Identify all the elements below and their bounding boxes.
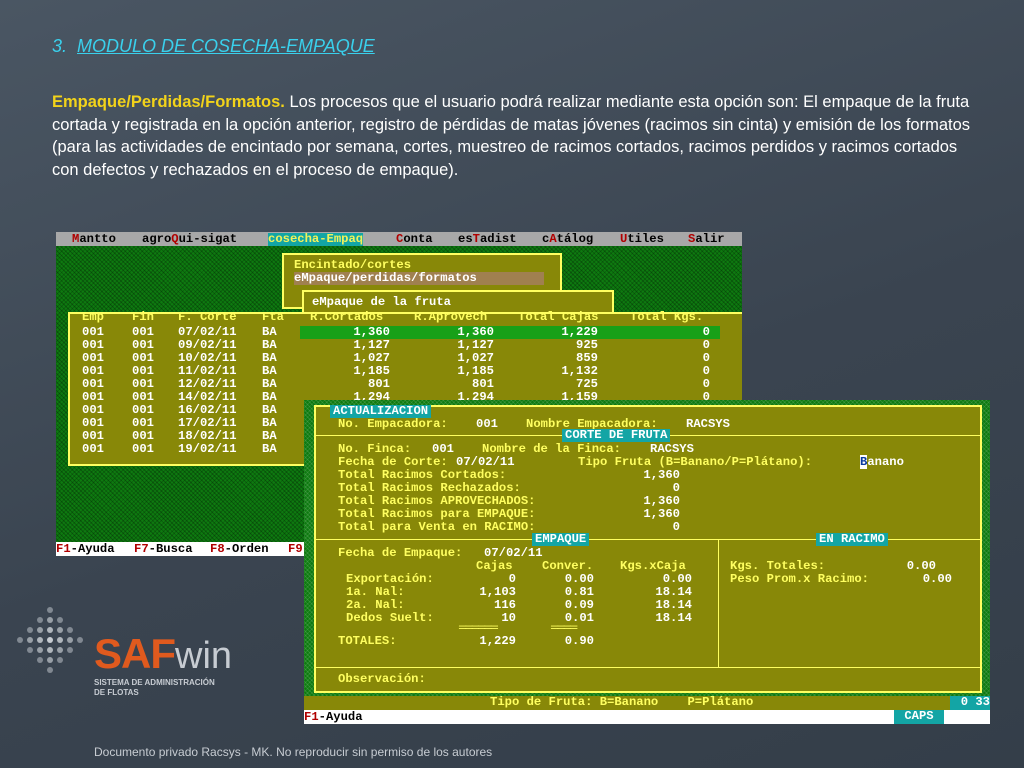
description-paragraph: Empaque/Perdidas/Formatos. Los procesos … <box>52 91 982 181</box>
empacadora-label: No. Empacadora: <box>338 417 448 431</box>
column-header: R.Cortados <box>310 310 384 324</box>
fkey-2[interactable]: F8-Orden <box>210 543 269 556</box>
safwin-logo: SAFwin SISTEMA DE ADMINISTRACIÓN DE FLOT… <box>94 630 232 698</box>
fkey-key: F9 <box>288 542 303 556</box>
corte-tag: CORTE DE FRUTA <box>562 429 671 442</box>
hint-bar: Tipo de Fruta: B=Banano P=Plátano 0 33 <box>304 696 990 710</box>
fkey-3[interactable]: F9 <box>288 543 303 556</box>
table-cell: 0 <box>702 377 710 391</box>
menu-text: agro <box>142 232 172 246</box>
menu-hotkey: A <box>549 232 557 246</box>
column-header: Total Cajas <box>518 310 599 324</box>
menu-text: onta <box>403 232 433 246</box>
empacadora-value[interactable]: 001 <box>476 418 498 431</box>
menu-item-0[interactable]: Mantto <box>72 233 116 246</box>
fecha-empaque-label: Fecha de Empaque: <box>338 546 463 560</box>
menu-item-1[interactable]: agroQui-sigat <box>142 233 237 246</box>
menu-text: tiles <box>627 232 664 246</box>
menu-text: alir <box>695 232 725 246</box>
submenu-item-empaque[interactable]: eMpaque/perdidas/formatos <box>294 272 544 285</box>
menu-item-4[interactable]: esTadist <box>458 233 517 246</box>
peso-prom-label: Peso Prom.x Racimo: <box>730 572 869 586</box>
menu-text: es <box>458 232 473 246</box>
empaque-row-label: Dedos Suelt: <box>346 611 434 625</box>
menu-text: ui-sigat <box>178 232 238 246</box>
table-cell: 0 <box>702 338 710 352</box>
fkey-key: F8 <box>210 542 225 556</box>
divider <box>718 540 719 667</box>
function-key-bar-2: F1-Ayuda CAPS <box>304 710 990 724</box>
fkey-1[interactable]: F7-Busca <box>134 543 193 556</box>
logo-win: win <box>175 635 233 677</box>
column-header: Fta <box>262 310 284 324</box>
fkey-label: -Ayuda <box>70 542 115 556</box>
column-header: Total Kgs. <box>630 310 704 324</box>
menu-text: antto <box>79 232 116 246</box>
menu-item-2[interactable]: cosecha-Empaq <box>268 232 364 246</box>
divider <box>316 667 980 668</box>
section-heading: 3. MODULO DE COSECHA-EMPAQUE <box>52 36 375 57</box>
tipo-fruta-label: Tipo Fruta (B=Banano/P=Plátano): <box>578 455 813 469</box>
fkey-0[interactable]: F1-Ayuda <box>56 543 115 556</box>
logo-subtitle-1: SISTEMA DE ADMINISTRACIÓN <box>94 678 215 687</box>
description-bold: Empaque/Perdidas/Formatos. <box>52 93 285 111</box>
menu-text: cosecha-Empaq <box>268 232 364 246</box>
table-cell: 0 <box>702 364 710 378</box>
actualizacion-form: ACTUALIZACION No. Empacadora: 001 Nombre… <box>314 405 982 693</box>
footer-note: Documento privado Racsys - MK. No reprod… <box>94 745 493 759</box>
totales-conver: 0.90 <box>564 634 594 648</box>
actualizacion-screen: ACTUALIZACION No. Empacadora: 001 Nombre… <box>304 400 990 724</box>
empaque-kgsxcaja[interactable]: 18.14 <box>612 612 692 625</box>
menu-hotkey: T <box>472 232 480 246</box>
logo-dots-icon <box>17 607 83 673</box>
main-menu-bar: Mantto agroQui-sigat cosecha-Empaq Conta esT… <box>56 232 742 246</box>
col-cajas: Cajas <box>476 559 513 573</box>
menu-text: tálog <box>556 232 594 246</box>
caps-indicator: CAPS <box>894 710 944 724</box>
section-number: 3. <box>52 36 68 56</box>
menu-text: adist <box>479 232 517 246</box>
tipo-fruta-field[interactable]: Banano <box>860 455 904 469</box>
table-cell: BA <box>262 442 277 456</box>
menu-item-7[interactable]: Salir <box>688 233 725 246</box>
submenu-item-empaque-fruta[interactable]: eMpaque de la fruta <box>312 296 451 309</box>
column-header: Emp <box>82 310 104 324</box>
totales-cajas: 1,229 <box>479 634 516 648</box>
column-header: F. Corte <box>178 310 237 324</box>
observacion-label: Observación: <box>338 672 426 686</box>
fkey-key: F1 <box>56 542 71 556</box>
fkey-label: -Orden <box>224 542 269 556</box>
fkey-label: -Busca <box>148 542 193 556</box>
logo-saf: SAF <box>94 630 176 677</box>
total-label: Total para Venta en RACIMO: <box>338 520 536 534</box>
menu-item-5[interactable]: cAtálog <box>542 233 593 246</box>
total-value: 0 <box>672 520 680 534</box>
menu-item-6[interactable]: Utiles <box>620 233 664 246</box>
total-value: 1,360 <box>643 507 680 521</box>
table-cell: 001 <box>132 442 154 456</box>
en-racimo-tag: EN RACIMO <box>816 533 888 546</box>
section-title: MODULO DE COSECHA-EMPAQUE <box>77 36 375 56</box>
table-cell[interactable]: 001 <box>82 443 112 456</box>
f1-help-key[interactable]: F1-Ayuda <box>304 711 363 724</box>
tipo-fruta-rest: anano <box>867 455 904 469</box>
totales-label: TOTALES: <box>338 634 397 648</box>
logo-subtitle-2: DE FLOTAS <box>94 688 139 697</box>
total-value: 1,360 <box>643 468 680 482</box>
column-header: R.Aprovech <box>414 310 488 324</box>
column-header: Fin <box>132 310 154 324</box>
empaque-tag: EMPAQUE <box>532 533 590 546</box>
f1-label: -Ayuda <box>318 710 363 724</box>
fkey-key: F7 <box>134 542 149 556</box>
menu-hotkey: Q <box>171 232 179 246</box>
nombre-empacadora-value: RACSYS <box>686 417 730 431</box>
peso-prom-value: 0.00 <box>922 572 952 586</box>
table-cell: 0 <box>702 325 710 339</box>
table-cell: 0 <box>702 351 710 365</box>
f1-key: F1 <box>304 710 319 724</box>
table-cell: 19/02/11 <box>178 442 237 456</box>
menu-item-3[interactable]: Conta <box>396 233 433 246</box>
tipo-fruta-hint: Tipo de Fruta: B=Banano P=Plátano <box>490 695 754 709</box>
status-counter: 0 33 <box>950 696 990 710</box>
